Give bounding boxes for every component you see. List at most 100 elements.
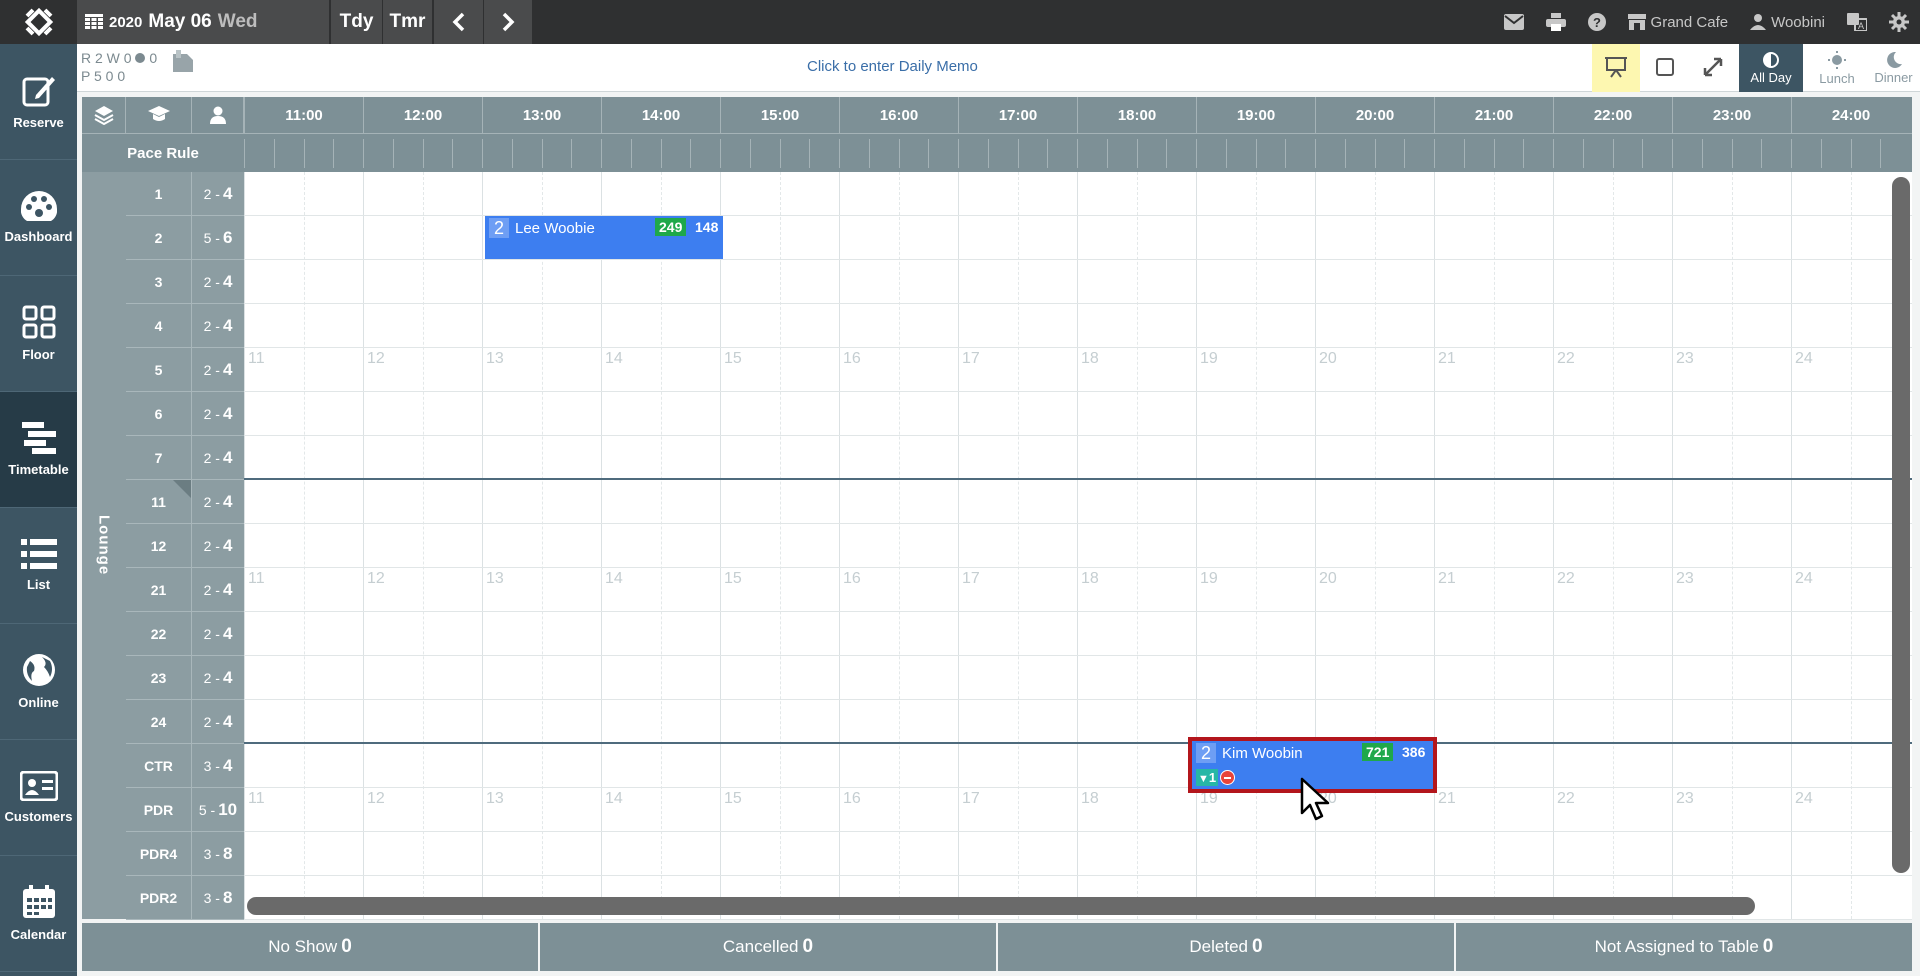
reservation-block[interactable]: 2 Lee Woobie 249 148 [485, 216, 723, 259]
table-name[interactable]: 24 [126, 700, 192, 744]
table-row[interactable]: 21 2 -4 [126, 568, 1912, 612]
mail-button[interactable] [1503, 14, 1524, 30]
table-row[interactable]: PDR 5 -10 [126, 788, 1912, 832]
table-row[interactable]: 11 2 -4 [126, 480, 1912, 524]
table-name[interactable]: PDR [126, 788, 192, 832]
table-name[interactable]: 5 [126, 348, 192, 392]
pace-rule-cell[interactable] [1434, 139, 1464, 168]
table-name[interactable]: 1 [126, 172, 192, 216]
table-row[interactable]: 12 2 -4 [126, 524, 1912, 568]
table-row[interactable]: 42 -4 [126, 304, 1912, 348]
pace-rule-cell[interactable] [928, 139, 958, 168]
pace-rule-cell[interactable] [363, 139, 393, 168]
language-button[interactable]: A [1847, 13, 1867, 31]
app-logo-icon[interactable] [0, 0, 77, 44]
pace-rule-cell[interactable] [630, 139, 661, 168]
table-name[interactable]: CTR [126, 744, 192, 788]
sidebar-item-floor[interactable]: Floor [0, 276, 77, 392]
table-name[interactable]: 2 [126, 216, 192, 260]
layers-button[interactable] [82, 97, 126, 133]
table-row[interactable]: 12 -4 [126, 172, 1912, 216]
section-lounge[interactable]: Lounge [82, 172, 126, 919]
today-button[interactable]: Tdy [330, 0, 382, 44]
pace-rule-cell[interactable] [958, 139, 988, 168]
tomorrow-button[interactable]: Tmr [382, 0, 432, 44]
sidebar-item-dashboard[interactable]: Dashboard [0, 160, 77, 276]
guest-button[interactable] [192, 97, 244, 133]
pace-rule-cell[interactable] [511, 139, 542, 168]
pace-rule-cell[interactable] [1017, 139, 1048, 168]
sidebar-item-list[interactable]: List [0, 508, 77, 624]
pace-rule-cell[interactable] [1642, 139, 1672, 168]
pace-rule-cell[interactable] [809, 139, 839, 168]
print-button[interactable] [1545, 13, 1566, 31]
section-button[interactable] [126, 97, 192, 133]
pace-rule-cell[interactable] [987, 139, 1018, 168]
sidebar-item-online[interactable]: Online [0, 624, 77, 740]
pace-rule-cell[interactable] [422, 139, 453, 168]
pace-rule-cell[interactable] [1791, 139, 1821, 168]
help-button[interactable]: ? [1587, 13, 1606, 31]
table-row[interactable]: 25 -6 [126, 216, 1912, 260]
table-row[interactable]: 32 -4 [126, 260, 1912, 304]
table-name[interactable]: PDR4 [126, 832, 192, 876]
pace-rule-cell[interactable] [1166, 139, 1196, 168]
pace-rule-cell[interactable] [1077, 139, 1107, 168]
pace-rule-cell[interactable] [1374, 139, 1405, 168]
date-picker[interactable]: 2020 May 06 Wed [77, 0, 329, 44]
prev-day-button[interactable] [433, 0, 483, 44]
table-row[interactable]: 62 -4 [126, 392, 1912, 436]
pace-rule-cell[interactable] [1582, 139, 1613, 168]
pace-rule-cell[interactable] [1612, 139, 1643, 168]
user-menu[interactable]: Woobini [1750, 14, 1825, 31]
presentation-view-button[interactable] [1592, 44, 1640, 92]
pace-rule-cell[interactable] [749, 139, 780, 168]
deleted-button[interactable]: Deleted 0 [998, 923, 1456, 971]
pace-rule-cell[interactable] [244, 139, 274, 168]
pace-rule-cell[interactable] [1255, 139, 1286, 168]
sidebar-item-calendar[interactable]: Calendar [0, 856, 77, 972]
daily-memo-link[interactable]: Click to enter Daily Memo [807, 58, 978, 75]
pace-rule-cell[interactable] [898, 139, 929, 168]
pace-rule-cell[interactable] [1196, 139, 1226, 168]
table-name[interactable]: 22 [126, 612, 192, 656]
table-row[interactable]: 52 -4 [126, 348, 1912, 392]
pace-rule-cell[interactable] [1285, 139, 1315, 168]
table-row[interactable]: 22 2 -4 [126, 612, 1912, 656]
pace-rule-cell[interactable] [1136, 139, 1167, 168]
pace-rule-cell[interactable] [779, 139, 810, 168]
pace-rule-cell[interactable] [839, 139, 869, 168]
pace-rule-cell[interactable] [660, 139, 691, 168]
pace-rule-cell[interactable] [1761, 139, 1791, 168]
memo-note-icon[interactable] [173, 50, 193, 72]
pace-rule-cell[interactable] [1820, 139, 1851, 168]
table-row[interactable]: 23 2 -4 [126, 656, 1912, 700]
pace-rule-cell[interactable] [303, 139, 334, 168]
table-name[interactable]: 11 [126, 480, 192, 524]
pace-rule-cell[interactable] [452, 139, 482, 168]
table-name[interactable]: 3 [126, 260, 192, 304]
pace-rule-cell[interactable] [601, 139, 631, 168]
pace-rule-cell[interactable] [720, 139, 750, 168]
table-row[interactable]: PDR4 3 -8 [126, 832, 1912, 876]
table-row[interactable]: 24 2 -4 [126, 700, 1912, 744]
table-name[interactable]: 12 [126, 524, 192, 568]
pace-rule-cell[interactable] [273, 139, 304, 168]
pace-rule-cell[interactable] [1404, 139, 1434, 168]
square-view-button[interactable] [1642, 44, 1688, 92]
vertical-scrollbar[interactable] [1892, 177, 1910, 873]
sidebar-item-timetable[interactable]: Timetable [0, 392, 77, 508]
pace-rule-cell[interactable] [1731, 139, 1762, 168]
table-name[interactable]: 6 [126, 392, 192, 436]
next-day-button[interactable] [483, 0, 532, 44]
pace-rule-cell[interactable] [1701, 139, 1732, 168]
sidebar-item-customers[interactable]: Customers [0, 740, 77, 856]
pace-rule-cell[interactable] [1672, 139, 1702, 168]
pace-rule-cell[interactable] [571, 139, 601, 168]
pace-rule-cell[interactable] [333, 139, 363, 168]
lunch-button[interactable]: Lunch [1807, 44, 1867, 92]
pace-rule-cell[interactable] [482, 139, 512, 168]
not-assigned-button[interactable]: Not Assigned to Table 0 [1456, 923, 1912, 971]
pace-rule-cell[interactable] [1315, 139, 1345, 168]
pace-rule-cell[interactable] [1850, 139, 1881, 168]
